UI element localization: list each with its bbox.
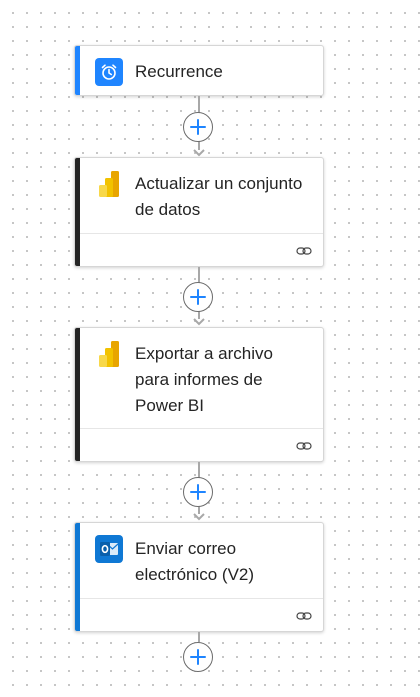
alarm-clock-icon <box>95 58 123 86</box>
step-title: Enviar correo electrónico (V2) <box>135 539 255 584</box>
plus-icon <box>190 289 206 305</box>
plus-icon <box>190 649 206 665</box>
flow-canvas: Recurrence Actualizar un conjunto de dat… <box>0 0 420 697</box>
step-title: Actualizar un conjunto de datos <box>135 174 303 219</box>
step-title: Recurrence <box>135 62 223 81</box>
step-card-refresh-dataset[interactable]: Actualizar un conjunto de datos <box>74 157 324 267</box>
step-card-send-email[interactable]: Enviar correo electrónico (V2) <box>74 522 324 632</box>
link-icon[interactable] <box>296 439 312 453</box>
connector-arrow-icon <box>193 318 205 326</box>
power-bi-icon <box>95 340 123 368</box>
step-title: Exportar a archivo para informes de Powe… <box>135 344 273 415</box>
add-step-button[interactable] <box>183 282 213 312</box>
connector-line <box>198 632 200 642</box>
plus-icon <box>190 484 206 500</box>
add-step-button[interactable] <box>183 112 213 142</box>
link-icon[interactable] <box>296 244 312 258</box>
plus-icon <box>190 119 206 135</box>
step-card-export-report[interactable]: Exportar a archivo para informes de Powe… <box>74 327 324 462</box>
step-card-recurrence[interactable]: Recurrence <box>74 45 324 96</box>
card-footer <box>80 598 323 631</box>
add-step-button[interactable] <box>183 642 213 672</box>
card-footer <box>80 428 323 461</box>
card-footer <box>80 233 323 266</box>
connector-arrow-icon <box>193 149 205 157</box>
link-icon[interactable] <box>296 609 312 623</box>
add-step-button[interactable] <box>183 477 213 507</box>
power-bi-icon <box>95 170 123 198</box>
outlook-icon <box>95 535 123 563</box>
connector-arrow-icon <box>193 513 205 521</box>
